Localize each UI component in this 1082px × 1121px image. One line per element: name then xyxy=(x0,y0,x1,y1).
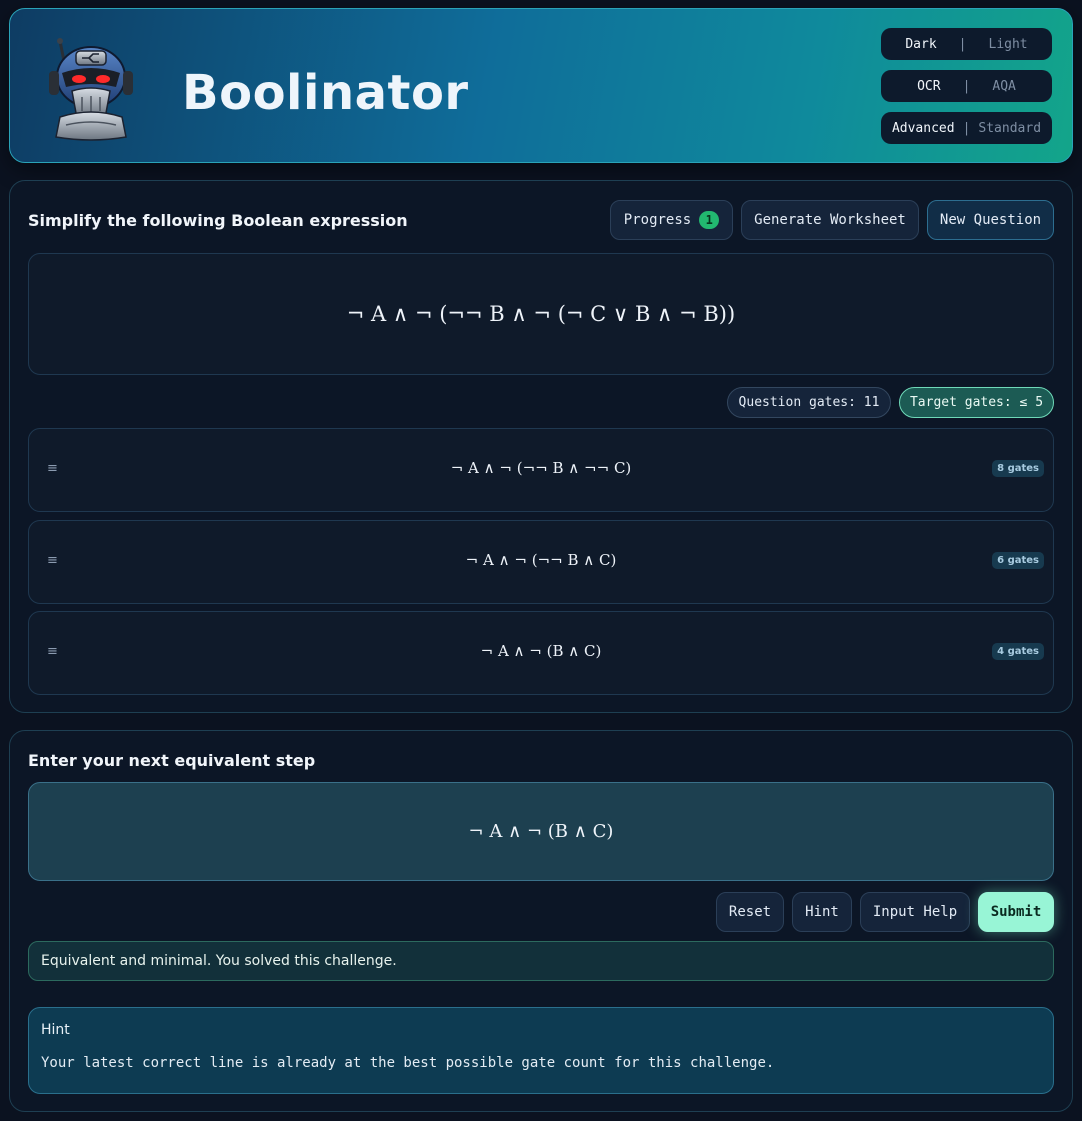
step-expression: ¬ A ∧ ¬ (¬¬ B ∧ C) xyxy=(465,551,617,569)
step-gate-count: 4 gates xyxy=(992,643,1044,660)
exam-board-toggle[interactable]: OCR | AQA xyxy=(881,70,1052,102)
step-gate-count: 6 gates xyxy=(992,552,1044,569)
question-title: Simplify the following Boolean expressio… xyxy=(28,211,408,230)
step-gate-count: 8 gates xyxy=(992,460,1044,477)
theme-light-option[interactable]: Light xyxy=(989,37,1028,52)
new-question-button[interactable]: New Question xyxy=(927,200,1054,240)
theme-toggle[interactable]: Dark | Light xyxy=(881,28,1052,60)
feedback-message: Equivalent and minimal. You solved this … xyxy=(28,941,1054,981)
submit-button[interactable]: Submit xyxy=(978,892,1054,932)
progress-count-badge: 1 xyxy=(699,211,720,229)
difficulty-toggle[interactable]: Advanced | Standard xyxy=(881,112,1052,144)
step-row[interactable]: ≡ ¬ A ∧ ¬ (¬¬ B ∧ C) 6 gates xyxy=(28,520,1054,604)
step-row[interactable]: ≡ ¬ A ∧ ¬ (B ∧ C) 4 gates xyxy=(28,611,1054,695)
reset-button[interactable]: Reset xyxy=(716,892,784,932)
step-expression: ¬ A ∧ ¬ (¬¬ B ∧ ¬¬ C) xyxy=(450,459,632,477)
robot-logo-icon xyxy=(49,38,133,141)
hint-body: Your latest correct line is already at t… xyxy=(41,1055,775,1071)
app-title: Boolinator xyxy=(182,65,469,121)
generate-worksheet-button[interactable]: Generate Worksheet xyxy=(741,200,919,240)
toggle-separator: | xyxy=(962,120,971,136)
input-help-button[interactable]: Input Help xyxy=(860,892,970,932)
step-row[interactable]: ≡ ¬ A ∧ ¬ (¬¬ B ∧ ¬¬ C) 8 gates xyxy=(28,428,1054,512)
step-expression: ¬ A ∧ ¬ (B ∧ C) xyxy=(480,642,602,660)
question-expression: ¬ A ∧ ¬ (¬¬ B ∧ ¬ (¬ C ∨ B ∧ ¬ B)) xyxy=(28,253,1054,375)
toggle-separator: | xyxy=(958,36,967,52)
target-gates-badge: Target gates: ≤ 5 xyxy=(899,387,1054,418)
hint-button[interactable]: Hint xyxy=(792,892,852,932)
hint-panel: Hint Your latest correct line is already… xyxy=(28,1007,1054,1094)
question-card: Simplify the following Boolean expressio… xyxy=(9,180,1073,713)
board-aqa-option[interactable]: AQA xyxy=(992,79,1015,94)
app-header: Boolinator Dark | Light OCR | AQA Advanc… xyxy=(9,8,1073,163)
hint-title: Hint xyxy=(41,1022,70,1038)
progress-label: Progress xyxy=(623,212,692,228)
theme-dark-option[interactable]: Dark xyxy=(905,37,936,52)
answer-card: Enter your next equivalent step ¬ A ∧ ¬ … xyxy=(9,730,1073,1112)
answer-title: Enter your next equivalent step xyxy=(28,751,316,770)
app-page: Boolinator Dark | Light OCR | AQA Advanc… xyxy=(0,0,1082,1121)
question-gates-badge: Question gates: 11 xyxy=(727,387,891,418)
board-ocr-option[interactable]: OCR xyxy=(917,79,940,94)
toggle-separator: | xyxy=(962,78,971,94)
difficulty-advanced-option[interactable]: Advanced xyxy=(892,121,955,136)
difficulty-standard-option[interactable]: Standard xyxy=(978,121,1041,136)
progress-button[interactable]: Progress 1 xyxy=(610,200,733,240)
step-input[interactable]: ¬ A ∧ ¬ (B ∧ C) xyxy=(28,782,1054,881)
